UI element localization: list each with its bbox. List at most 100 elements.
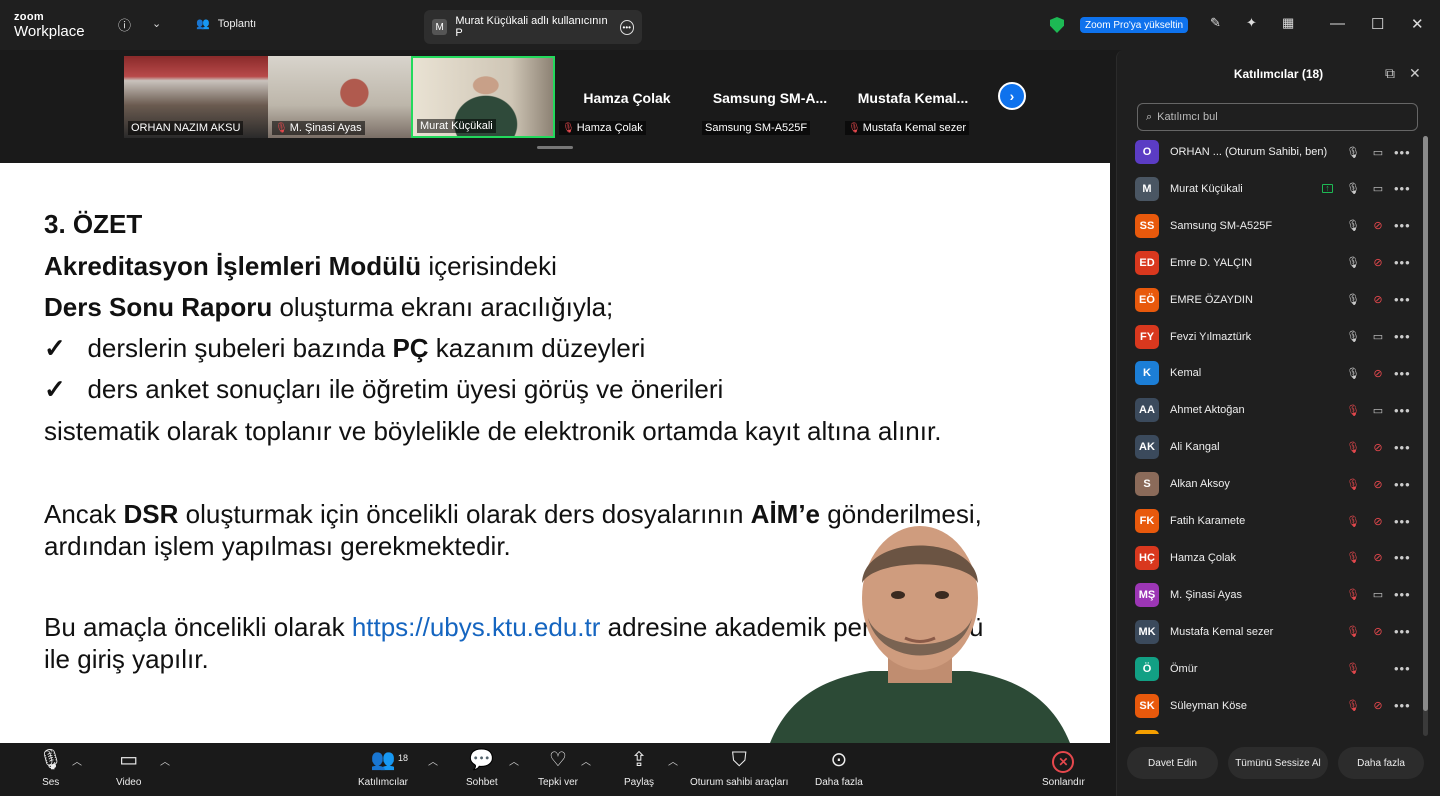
view-layout-icon[interactable]: ▦ [1282, 15, 1294, 31]
name-only-tile[interactable]: Hamza Çolak 🎙 Hamza Çolak [555, 56, 699, 138]
microphone-icon[interactable]: 🎙 [1346, 219, 1360, 232]
participant-more-icon[interactable]: ••• [1394, 366, 1411, 381]
chat-options-caret[interactable]: ︿ [509, 753, 519, 768]
participant-row[interactable]: EÖ EMRE ÖZAYDIN 🎙 ⊘ ••• [1117, 282, 1433, 318]
close-panel-icon[interactable]: ✕ [1409, 65, 1421, 82]
chevron-down-icon[interactable]: ⌄ [152, 17, 161, 30]
participant-row[interactable]: M Murat Küçükali ↑ 🎙 ▭ ••• [1117, 171, 1433, 207]
participant-more-icon[interactable]: ••• [1394, 403, 1411, 418]
participant-more-icon[interactable]: ••• [1394, 440, 1411, 455]
participant-more-icon[interactable]: ••• [1394, 145, 1411, 160]
video-off-icon[interactable]: ⊘ [1371, 256, 1385, 269]
participant-more-icon[interactable]: ••• [1394, 329, 1411, 344]
end-meeting-button[interactable]: ✕ Sonlandır [1042, 749, 1085, 788]
upgrade-pro-button[interactable]: Zoom Pro'ya yükseltin [1080, 17, 1189, 33]
name-only-tile[interactable]: Mustafa Kemal... 🎙 Mustafa Kemal sezer [841, 56, 985, 138]
participant-more-icon[interactable]: ••• [1394, 292, 1411, 307]
close-icon[interactable]: ✕ [1411, 15, 1424, 33]
video-tile-active-speaker[interactable]: Murat Küçükali [411, 56, 555, 138]
mute-all-button[interactable]: Tümünü Sessize Al [1228, 747, 1328, 779]
participant-row[interactable]: AK Ali Kangal 🎙 ⊘ ••• [1117, 429, 1433, 465]
more-options-icon[interactable]: ••• [619, 19, 634, 35]
participant-row[interactable]: SK Süleyman Köse 🎙 ⊘ ••• [1117, 688, 1433, 724]
audio-options-caret[interactable]: ︿ [72, 753, 82, 768]
participant-row[interactable]: O ORHAN ... (Oturum Sahibi, ben) 🎙 ▭ ••• [1117, 134, 1433, 170]
strip-resize-handle[interactable] [537, 146, 573, 149]
share-view-tab[interactable]: M Murat Küçükali adlı kullanıcının P ••• [424, 10, 642, 44]
participant-row[interactable]: MK Mustafa Kemal sezer 🎙 ⊘ ••• [1117, 614, 1433, 650]
participant-row[interactable]: SSevgi Demir🎙⊘••• [1117, 724, 1433, 734]
video-off-icon[interactable]: ⊘ [1371, 625, 1385, 638]
participant-row[interactable]: AA Ahmet Aktoğan 🎙 ▭ ••• [1117, 392, 1433, 428]
microphone-icon[interactable]: 🎙 [1346, 367, 1360, 380]
mic-muted-icon[interactable]: 🎙 [1346, 478, 1360, 491]
video-off-icon[interactable]: ⊘ [1371, 219, 1385, 232]
ai-companion-icon[interactable]: ✦ [1246, 15, 1257, 31]
mic-muted-icon[interactable]: 🎙 [1346, 625, 1360, 638]
info-icon[interactable]: ⓘ [118, 15, 131, 34]
video-camera-icon[interactable]: ▭ [1371, 404, 1385, 417]
video-off-icon[interactable]: ⊘ [1371, 515, 1385, 528]
video-off-icon[interactable]: ⊘ [1371, 441, 1385, 454]
whiteboard-pen-icon[interactable]: ✎ [1210, 15, 1221, 31]
participant-row[interactable]: Ö Ömür 🎙 ••• [1117, 651, 1433, 687]
video-tile[interactable]: 🎙 M. Şinasi Ayas [268, 56, 412, 138]
presenter-video-overlay[interactable] [760, 503, 1080, 743]
participant-more-icon[interactable]: ••• [1394, 587, 1411, 602]
video-off-icon[interactable]: ⊘ [1371, 699, 1385, 712]
participant-row[interactable]: SS Samsung SM-A525F 🎙 ⊘ ••• [1117, 208, 1433, 244]
participant-more-icon[interactable]: ••• [1394, 255, 1411, 270]
share-options-caret[interactable]: ︿ [668, 753, 678, 768]
participant-row[interactable]: HÇ Hamza Çolak 🎙 ⊘ ••• [1117, 540, 1433, 576]
meeting-menu[interactable]: 👥 Toplantı [196, 17, 256, 31]
participant-row[interactable]: FK Fatih Karamete 🎙 ⊘ ••• [1117, 503, 1433, 539]
maximize-icon[interactable]: ☐ [1371, 15, 1384, 33]
participant-search-input[interactable] [1157, 111, 1398, 123]
participant-more-icon[interactable]: ••• [1394, 661, 1411, 676]
video-off-icon[interactable]: ⊘ [1371, 293, 1385, 306]
participant-search[interactable]: ⌕ [1137, 103, 1418, 131]
encryption-shield-icon[interactable] [1050, 17, 1064, 33]
react-options-caret[interactable]: ︿ [581, 753, 591, 768]
participant-row[interactable]: MŞ M. Şinasi Ayas 🎙 ▭ ••• [1117, 577, 1433, 613]
mic-muted-icon[interactable]: 🎙 [1346, 699, 1360, 712]
video-camera-icon[interactable]: ▭ [1371, 146, 1385, 159]
participant-row[interactable]: FY Fevzi Yılmaztürk 🎙 ▭ ••• [1117, 319, 1433, 355]
participant-row[interactable]: S Alkan Aksoy 🎙 ⊘ ••• [1117, 466, 1433, 502]
host-tools-button[interactable]: ⛉ Oturum sahibi araçları [690, 749, 788, 788]
video-camera-icon[interactable]: ▭ [1371, 330, 1385, 343]
mic-muted-icon[interactable]: 🎙 [1346, 404, 1360, 417]
share-screen-button[interactable]: ⇪ Paylaş [624, 749, 654, 788]
video-off-icon[interactable]: ⊘ [1371, 551, 1385, 564]
participant-more-icon[interactable]: ••• [1394, 477, 1411, 492]
video-off-icon[interactable]: ⊘ [1371, 478, 1385, 491]
participant-more-icon[interactable]: ••• [1394, 218, 1411, 233]
minimize-icon[interactable]: — [1330, 15, 1345, 32]
mic-muted-icon[interactable]: 🎙 [1346, 588, 1360, 601]
mic-muted-icon[interactable]: 🎙 [1346, 515, 1360, 528]
mic-muted-icon[interactable]: 🎙 [1346, 441, 1360, 454]
scrollbar-thumb[interactable] [1423, 136, 1428, 711]
video-camera-icon[interactable]: ▭ [1371, 182, 1385, 195]
react-button[interactable]: ♡ Tepki ver [538, 749, 578, 788]
video-options-caret[interactable]: ︿ [160, 753, 170, 768]
pop-out-icon[interactable]: ⧉ [1385, 65, 1395, 82]
next-page-button[interactable]: › [998, 82, 1026, 110]
participant-row[interactable]: K Kemal 🎙 ⊘ ••• [1117, 355, 1433, 391]
microphone-icon[interactable]: 🎙 [1346, 146, 1360, 159]
participant-row[interactable]: ED Emre D. YALÇIN 🎙 ⊘ ••• [1117, 245, 1433, 281]
participant-more-icon[interactable]: ••• [1394, 514, 1411, 529]
microphone-icon[interactable]: 🎙 [1346, 256, 1360, 269]
video-camera-icon[interactable]: ▭ [1371, 588, 1385, 601]
more-button[interactable]: ⊙ Daha fazla [815, 749, 863, 788]
microphone-icon[interactable]: 🎙 [1346, 182, 1360, 195]
participant-list-scrollbar[interactable] [1423, 136, 1428, 736]
audio-button[interactable]: 🎙 Ses [38, 749, 63, 788]
participant-more-icon[interactable]: ••• [1394, 624, 1411, 639]
video-button[interactable]: ▭ Video [116, 749, 141, 788]
participant-more-icon[interactable]: ••• [1394, 550, 1411, 565]
chat-button[interactable]: 💬 Sohbet [466, 749, 498, 788]
participant-more-icon[interactable]: ••• [1394, 181, 1411, 196]
participant-more-icon[interactable]: ••• [1394, 698, 1411, 713]
participants-options-caret[interactable]: ︿ [428, 753, 438, 768]
